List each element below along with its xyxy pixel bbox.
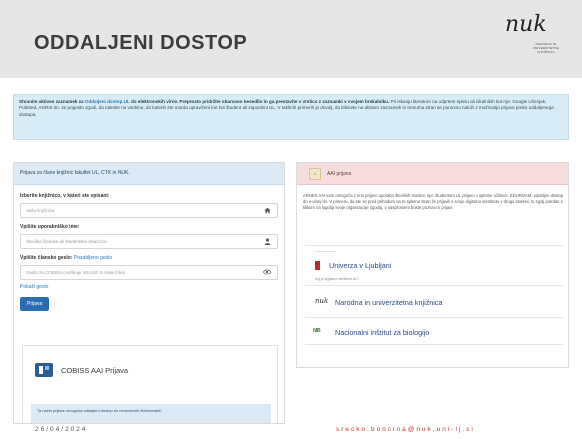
header-band: ODDALJENI DOSTOP nuk NARODNA IN UNIVERZI… [0,0,582,78]
cobiss-note: Ta način prijave omogoča oddaljeni dosto… [31,404,271,423]
institution-name: Univerza v Ljubljani [329,261,392,270]
nuk-logo-icon: nuk [315,297,329,305]
username-label: Vpišite uporabniško ime: [20,224,80,230]
forgot-password-link[interactable]: Pozabljeno geslo [74,255,112,261]
password-label: Vpišite člansko geslo: Pozabljeno geslo [20,255,113,261]
footer-email: srecko.boncina@nuk.uni-lj.si [336,426,475,433]
nib-logo-icon: NIB [313,328,321,334]
slide: ODDALJENI DOSTOP nuk NARODNA IN UNIVERZI… [0,0,582,439]
show-password-link[interactable]: Pokaži geslo [20,284,278,290]
logo-line: KNJIŽNICA [537,50,555,54]
institution-nib[interactable]: NIB Nacionalni inštitut za biologijo [305,317,563,345]
login-button[interactable]: Prijava [20,297,50,311]
footer-date: 26/04/2024 [35,426,88,433]
member-login-form: Izberite knjižnico, v kateri ste vpisani… [14,185,284,317]
member-login-header: Prijava za člane knjižnic fakultet UL, C… [14,163,284,185]
ul-logo-icon [315,261,320,270]
username-input[interactable]: Številka članske ali študentske izkaznic… [20,234,278,249]
bookmarklet-link[interactable]: Oddaljeni dostop UL [85,99,130,104]
password-input[interactable]: Geslo za COBISS (razlikuje VELIKE in mal… [20,265,278,280]
ul-top-note: ––––––––––– [315,249,336,253]
institution-nuk[interactable]: nuk Narodna in univerzitetna knjižnica [305,285,563,317]
cobiss-icon [35,361,53,379]
bookmark-info-box: Shranite aktiven zaznamek za Oddaljeni d… [13,94,569,140]
info-lead: Shranite aktiven zaznamek za Oddaljeni d… [19,99,390,104]
aai-description: ARNES AAI vam omogoča z eno prijavo upor… [303,193,564,211]
ul-identity-link[interactable]: Kaj je digitalna identiteta UL? [315,277,359,281]
logo-text: NARODNA IN UNIVERZITETNA KNJIŽNICA [525,42,567,54]
aai-header: ⌂ AAI prijava [297,163,568,185]
library-select[interactable]: Vaša knjižnica [20,203,278,218]
eye-icon[interactable] [262,269,272,278]
user-icon [264,238,271,248]
institution-ul[interactable]: ––––––––––– Univerza v Ljubljani Kaj je … [305,245,563,285]
password-placeholder: Geslo za COBISS (razlikuje VELIKE in mal… [26,270,126,275]
aai-icon: ⌂ [309,168,321,180]
cobiss-label: COBISS AAI Prijava [61,366,129,375]
nuk-logo: nuk NARODNA IN UNIVERZITETNA KNJIŽNICA [505,12,567,68]
institution-name: Narodna in univerzitetna knjižnica [335,298,443,307]
cobiss-aai-box[interactable]: COBISS AAI Prijava Ta način prijave omog… [22,345,278,423]
aai-title: AAI prijava [327,171,352,177]
username-placeholder: Številka članske ali študentske izkaznic… [26,239,107,244]
aai-login-panel: ⌂ AAI prijava ARNES AAI vam omogoča z en… [296,162,569,368]
slide-title: ODDALJENI DOSTOP [34,32,248,54]
logo-mark: nuk [505,12,547,37]
institution-name: Nacionalni inštitut za biologijo [335,328,430,337]
library-placeholder: Vaša knjižnica [26,208,55,213]
member-login-panel: Prijava za člane knjižnic fakultet UL, C… [13,162,285,424]
library-label: Izberite knjižnico, v kateri ste vpisani… [20,193,110,199]
home-icon [264,207,271,217]
